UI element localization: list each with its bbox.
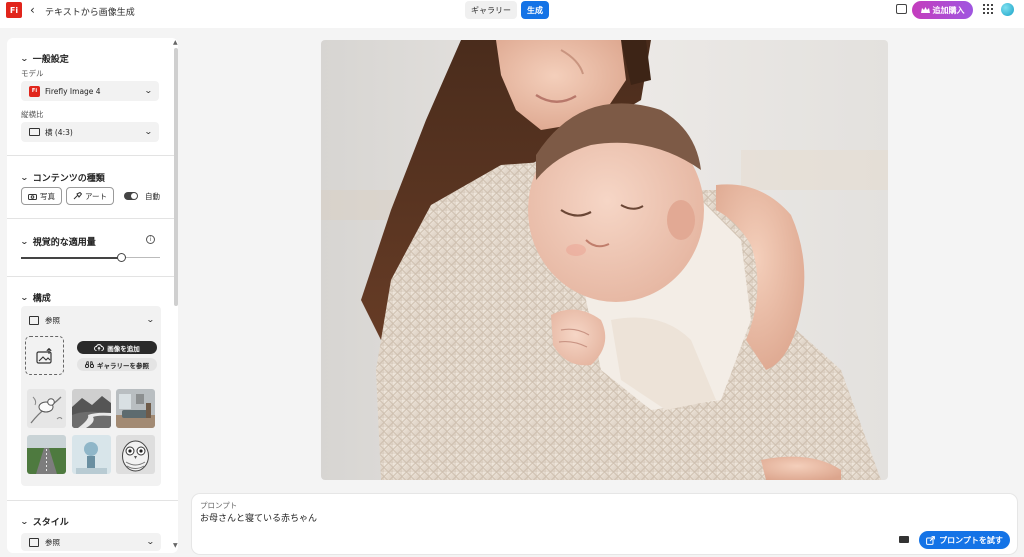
composition-reference-label: 参照 bbox=[45, 315, 60, 325]
scrollbar-thumb[interactable] bbox=[174, 48, 178, 306]
divider bbox=[7, 155, 178, 156]
image-upload-icon bbox=[35, 347, 52, 364]
intensity-slider-track[interactable] bbox=[21, 257, 121, 259]
chevron-down-icon: ⌄ bbox=[19, 237, 29, 246]
section-visual-intensity-title: 視覚的な適用量 bbox=[32, 238, 96, 248]
sidebar-scrollbar[interactable]: ▲ ▼ bbox=[173, 39, 178, 549]
aspect-ratio-label: 縦横比 bbox=[21, 110, 44, 119]
buy-more-button[interactable]: 追加購入 bbox=[912, 1, 973, 19]
intensity-slider-rest[interactable] bbox=[121, 257, 160, 258]
scroll-up-arrow-icon[interactable]: ▲ bbox=[173, 39, 178, 46]
divider bbox=[7, 276, 178, 277]
art-label: アート bbox=[85, 191, 108, 201]
prompt-label: プロンプト bbox=[200, 501, 238, 510]
try-prompt-label: プロンプトを試す bbox=[939, 535, 1003, 545]
add-image-button[interactable]: 画像を追加 bbox=[77, 341, 157, 354]
style-reference-label: 参照 bbox=[45, 537, 60, 547]
prompt-panel: プロンプト お母さんと寝ている赤ちゃん プロンプトを試す bbox=[192, 494, 1017, 554]
section-style-title: スタイル bbox=[32, 518, 69, 528]
avatar[interactable] bbox=[1001, 3, 1014, 16]
upload-drop-zone[interactable] bbox=[25, 336, 64, 375]
firefly-model-icon: Fi bbox=[29, 85, 40, 97]
chevron-down-icon: ⌄ bbox=[144, 86, 154, 95]
divider bbox=[7, 218, 178, 219]
composition-reference-select[interactable]: 参照 ⌄ bbox=[21, 310, 161, 330]
content-type-photo-button[interactable]: 写真 bbox=[21, 187, 62, 205]
section-general-title: 一般設定 bbox=[32, 55, 69, 65]
reference-image-icon bbox=[29, 315, 39, 325]
divider bbox=[7, 500, 178, 501]
try-prompt-button[interactable]: プロンプトを試す bbox=[919, 531, 1010, 549]
model-value: Firefly Image 4 bbox=[45, 86, 101, 96]
landscape-ratio-icon bbox=[29, 128, 40, 136]
section-content-type[interactable]: ⌄ コンテンツの種類 bbox=[19, 171, 105, 184]
comment-icon[interactable] bbox=[896, 4, 907, 14]
tab-gallery[interactable]: ギャラリー bbox=[465, 1, 517, 19]
info-icon[interactable]: i bbox=[146, 235, 155, 244]
living-room-thumbnail[interactable] bbox=[116, 389, 155, 428]
crown-icon bbox=[920, 6, 930, 13]
auto-toggle[interactable] bbox=[124, 192, 138, 200]
app-grid-icon[interactable] bbox=[983, 4, 993, 14]
chevron-down-icon: ⌄ bbox=[19, 293, 29, 302]
prompt-settings-icon[interactable] bbox=[899, 536, 909, 543]
aspect-ratio-select[interactable]: 横 (4:3) ⌄ bbox=[21, 122, 159, 142]
section-visual-intensity[interactable]: ⌄ 視覚的な適用量 bbox=[19, 235, 96, 248]
settings-panel: ⌄ 一般設定 モデル Fi Firefly Image 4 ⌄ 縦横比 横 (4… bbox=[7, 38, 178, 553]
section-content-type-title: コンテンツの種類 bbox=[32, 174, 105, 184]
add-image-label: 画像を追加 bbox=[107, 344, 140, 353]
auto-label: 自動 bbox=[145, 192, 160, 201]
sphere-sculpture-thumbnail[interactable] bbox=[72, 435, 111, 474]
style-reference-select[interactable]: 参照 ⌄ bbox=[21, 533, 161, 551]
reference-image-icon bbox=[29, 537, 39, 547]
section-style[interactable]: ⌄ スタイル bbox=[19, 515, 69, 528]
river-landscape-thumbnail[interactable] bbox=[72, 389, 111, 428]
back-arrow-icon[interactable]: ‹ bbox=[30, 3, 35, 17]
scroll-down-arrow-icon[interactable]: ▼ bbox=[173, 542, 178, 549]
generated-image[interactable] bbox=[321, 40, 888, 480]
chevron-down-icon: ⌄ bbox=[19, 517, 29, 526]
external-link-icon bbox=[926, 535, 936, 545]
chevron-down-icon: ⌄ bbox=[19, 54, 29, 63]
cloud-upload-icon bbox=[94, 344, 105, 351]
camera-icon bbox=[28, 193, 37, 200]
chevron-down-icon: ⌄ bbox=[19, 173, 29, 182]
chevron-down-icon: ⌄ bbox=[146, 537, 156, 546]
content-type-art-button[interactable]: アート bbox=[66, 187, 115, 205]
art-brush-icon bbox=[73, 192, 82, 200]
road-field-thumbnail[interactable] bbox=[27, 435, 66, 474]
prompt-input[interactable]: お母さんと寝ている赤ちゃん bbox=[200, 511, 317, 524]
section-composition-title: 構成 bbox=[32, 294, 51, 304]
browse-gallery-button[interactable]: ギャラリーを参照 bbox=[77, 358, 157, 371]
top-bar: Fi ‹ テキストから画像生成 ギャラリー 生成 追加購入 bbox=[0, 0, 1024, 28]
chevron-down-icon: ⌄ bbox=[146, 315, 156, 324]
breadcrumb[interactable]: テキストから画像生成 bbox=[45, 5, 135, 18]
intensity-slider-handle[interactable] bbox=[117, 253, 126, 262]
section-composition[interactable]: ⌄ 構成 bbox=[19, 291, 51, 304]
firefly-logo[interactable]: Fi bbox=[6, 2, 22, 18]
photo-label: 写真 bbox=[40, 191, 55, 201]
owl-drawing-thumbnail[interactable] bbox=[116, 435, 155, 474]
mode-tabs: ギャラリー 生成 bbox=[465, 1, 549, 19]
model-label: モデル bbox=[21, 69, 44, 78]
tab-generate[interactable]: 生成 bbox=[521, 1, 549, 19]
model-select[interactable]: Fi Firefly Image 4 ⌄ bbox=[21, 81, 159, 101]
aspect-ratio-value: 横 (4:3) bbox=[45, 127, 73, 137]
chevron-down-icon: ⌄ bbox=[144, 127, 154, 136]
binoculars-icon bbox=[85, 361, 94, 368]
section-general[interactable]: ⌄ 一般設定 bbox=[19, 52, 69, 65]
buy-more-label: 追加購入 bbox=[932, 5, 965, 15]
bird-sketch-thumbnail[interactable] bbox=[27, 389, 66, 428]
browse-gallery-label: ギャラリーを参照 bbox=[97, 361, 149, 370]
